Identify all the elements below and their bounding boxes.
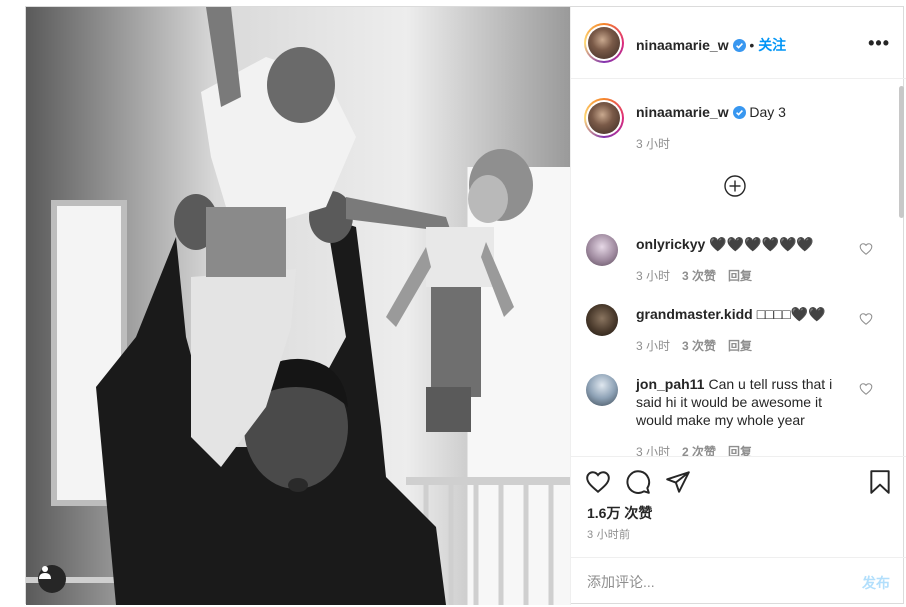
commenter-username[interactable]: jon_pah11: [636, 376, 704, 392]
caption-username[interactable]: ninaamarie_w: [636, 104, 729, 120]
post-header: ninaamarie_w • 关注 •••: [571, 7, 906, 79]
tag-user-button[interactable]: [38, 565, 66, 593]
comments-list[interactable]: ninaamarie_w Day 3 3 小时 onlyrickyy 🖤🖤🖤🖤🖤…: [571, 80, 906, 456]
comment-body: jon_pah11 Can u tell russ that i said hi …: [636, 375, 841, 429]
comment-body: onlyrickyy 🖤🖤🖤🖤🖤🖤: [636, 235, 841, 253]
caption-time: 3 小时: [636, 137, 671, 151]
commenter-avatar[interactable]: [586, 374, 618, 406]
comment-bubble-icon[interactable]: [625, 469, 651, 495]
reply-button[interactable]: 回复: [728, 445, 752, 456]
comment-body: grandmaster.kidd □□□□🖤🖤: [636, 305, 841, 323]
verified-badge-icon: [732, 106, 746, 119]
heart-icon[interactable]: [585, 469, 611, 495]
add-comment-bar: 发布: [571, 557, 906, 605]
comment-meta: 3 小时 2 次赞 回复: [636, 443, 764, 456]
post-dialog: ninaamarie_w • 关注 ••• ninaamarie_w Day 3…: [25, 6, 906, 605]
commenter-username[interactable]: onlyrickyy: [636, 236, 705, 252]
heart-icon[interactable]: [859, 382, 873, 396]
caption-text: Day 3: [749, 104, 786, 120]
comment-meta: 3 小时 3 次赞 回复: [636, 267, 764, 284]
reply-button[interactable]: 回复: [728, 269, 752, 283]
comment-time[interactable]: 3 小时: [636, 445, 670, 456]
post-side-panel: ninaamarie_w • 关注 ••• ninaamarie_w Day 3…: [570, 7, 906, 605]
comment-likes[interactable]: 3 次赞: [682, 339, 716, 353]
follow-button[interactable]: 关注: [758, 37, 786, 53]
post-actions: 1.6万 次赞 3 小时前: [571, 456, 906, 557]
caption-line: ninaamarie_w Day 3: [636, 104, 786, 120]
comment-text: □□□□🖤🖤: [756, 306, 826, 322]
post-comment-button[interactable]: 发布: [862, 573, 890, 593]
reply-button[interactable]: 回复: [728, 339, 752, 353]
post-photo[interactable]: [26, 7, 570, 605]
comment-text: 🖤🖤🖤🖤🖤🖤: [709, 236, 814, 252]
author-username[interactable]: ninaamarie_w: [636, 37, 729, 53]
bookmark-icon[interactable]: [867, 469, 893, 495]
likes-count[interactable]: 1.6万 次赞: [587, 503, 652, 523]
heart-icon[interactable]: [859, 312, 873, 326]
post-timestamp[interactable]: 3 小时前: [587, 526, 630, 542]
author-avatar[interactable]: [584, 23, 624, 63]
caption-avatar[interactable]: [584, 98, 624, 138]
commenter-username[interactable]: grandmaster.kidd: [636, 306, 753, 322]
comment-meta: 3 小时 3 次赞 回复: [636, 337, 764, 354]
comments-scrollbar[interactable]: [899, 86, 904, 218]
plus-circle-icon[interactable]: [724, 175, 746, 197]
comment-time[interactable]: 3 小时: [636, 269, 670, 283]
commenter-avatar[interactable]: [586, 234, 618, 266]
comment-likes[interactable]: 2 次赞: [682, 445, 716, 456]
author-line: ninaamarie_w • 关注: [636, 35, 786, 55]
paper-plane-icon[interactable]: [665, 469, 691, 495]
photo-image: [26, 7, 570, 605]
more-options-icon[interactable]: •••: [868, 33, 890, 54]
verified-badge-icon: [732, 39, 746, 52]
user-tag-icon: [39, 566, 51, 579]
follow-separator: •: [749, 37, 755, 53]
comment-likes[interactable]: 3 次赞: [682, 269, 716, 283]
heart-icon[interactable]: [859, 242, 873, 256]
commenter-avatar[interactable]: [586, 304, 618, 336]
comment-input[interactable]: [587, 570, 837, 594]
comment-time[interactable]: 3 小时: [636, 339, 670, 353]
